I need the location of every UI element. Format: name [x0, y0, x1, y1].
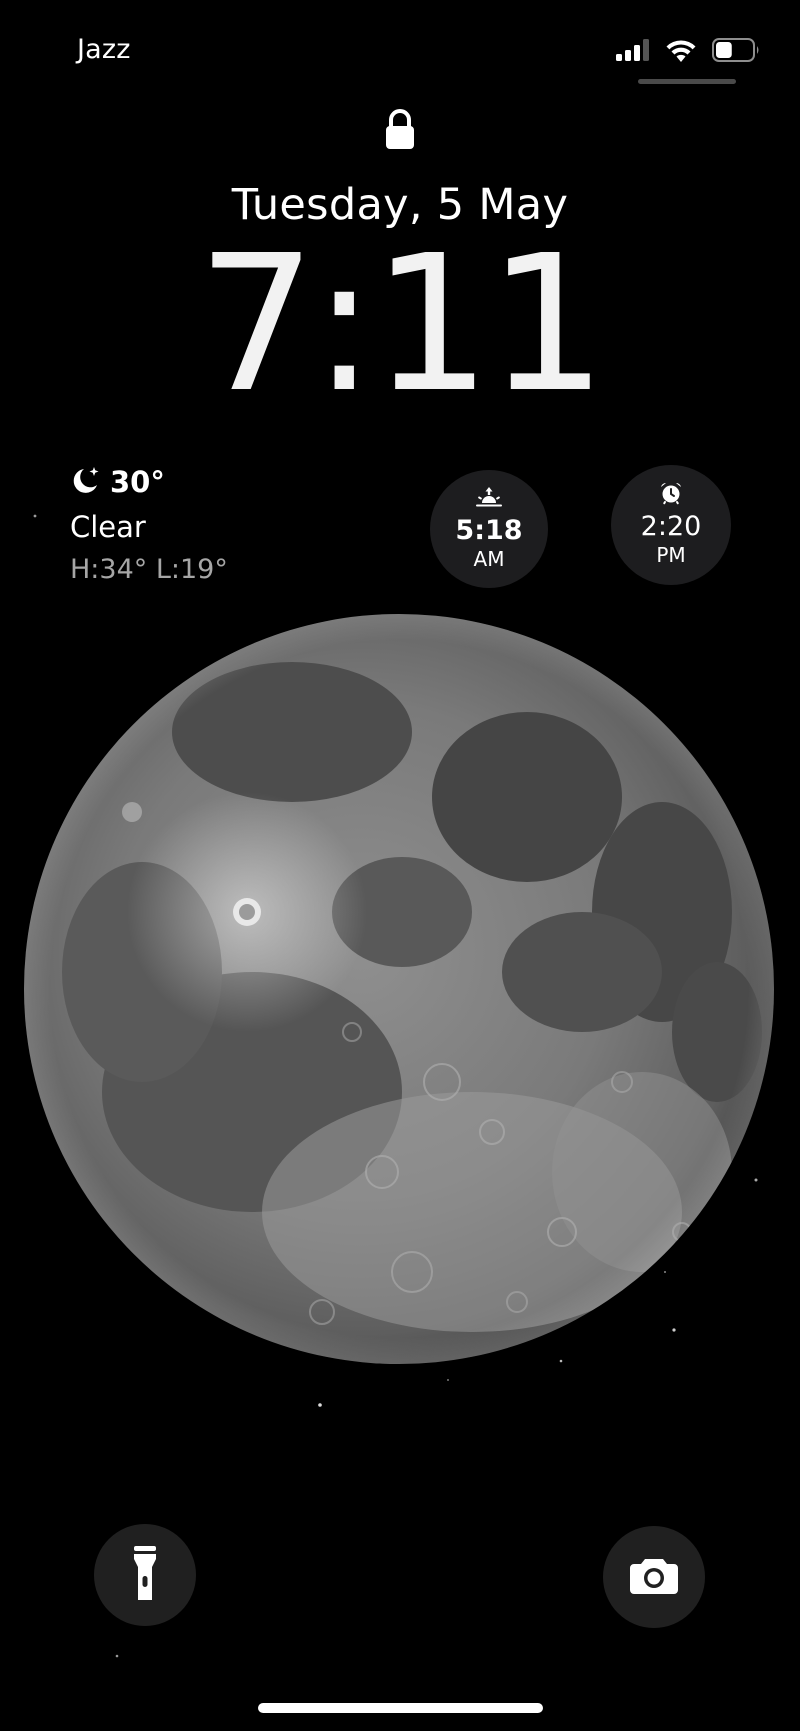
weather-widget[interactable]: 30° Clear H:34° L:19°	[70, 464, 228, 585]
moon-image	[22, 612, 777, 1367]
moon-stars-icon	[70, 464, 102, 500]
carrier-name: Jazz	[77, 34, 131, 65]
status-bar: Jazz	[0, 0, 800, 100]
alarm-widget[interactable]: 2:20 PM	[611, 465, 731, 585]
lock-screen-time: 7:11	[196, 215, 607, 434]
battery-icon	[712, 38, 760, 66]
weather-temperature: 30°	[110, 465, 165, 499]
sunrise-widget[interactable]: 5:18 AM	[430, 470, 548, 588]
wifi-icon	[664, 38, 698, 66]
sunrise-time: 5:18	[455, 515, 523, 546]
home-indicator[interactable]	[258, 1703, 543, 1713]
status-icons	[616, 38, 760, 66]
alarm-time: 2:20	[640, 511, 702, 542]
sunrise-period: AM	[473, 547, 505, 571]
flashlight-icon	[132, 1544, 158, 1606]
weather-condition: Clear	[70, 510, 146, 544]
lock-icon	[383, 108, 417, 150]
weather-high-low: H:34° L:19°	[70, 554, 228, 585]
camera-icon	[628, 1555, 680, 1599]
flashlight-button[interactable]	[94, 1524, 196, 1626]
control-center-indicator[interactable]	[638, 79, 736, 84]
alarm-period: PM	[656, 543, 686, 567]
cellular-signal-icon	[616, 39, 650, 65]
camera-button[interactable]	[603, 1526, 705, 1628]
alarm-clock-icon	[659, 482, 683, 505]
sunrise-icon	[474, 486, 504, 508]
